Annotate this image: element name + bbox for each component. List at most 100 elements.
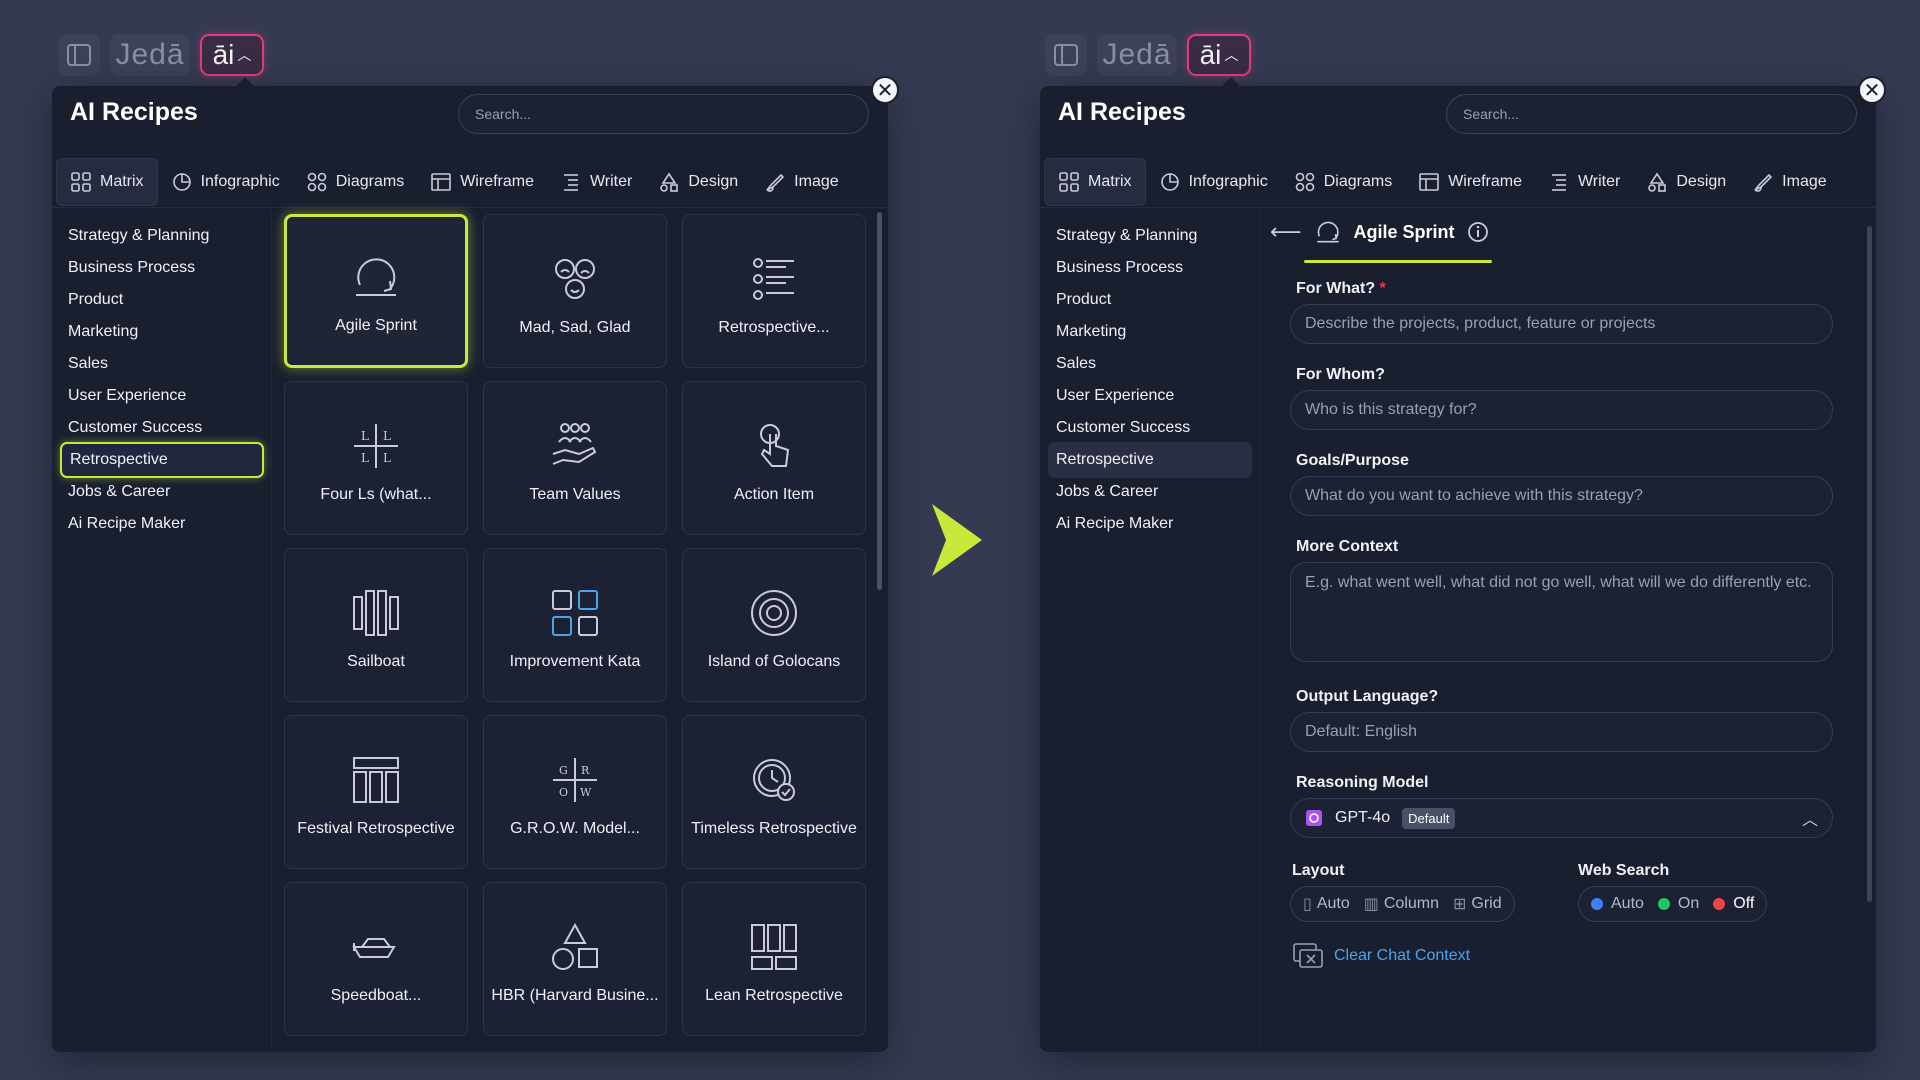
option-column[interactable]: ▥ Column [1364,894,1439,914]
clear-chat-button[interactable]: Clear Chat Context [1292,942,1470,970]
recipe-card[interactable]: Island of Golocans [682,548,866,702]
option-off[interactable]: Off [1713,895,1754,913]
ai-menu-button[interactable]: āi ︿ [1187,34,1251,76]
panel-toggle-button[interactable] [1045,34,1087,76]
option-on[interactable]: On [1657,895,1699,913]
tab-matrix[interactable]: Matrix [56,157,158,206]
option-grid[interactable]: ⊞ Grid [1453,894,1502,914]
tab-writer[interactable]: Writer [1535,158,1633,206]
title-underline [1304,260,1492,263]
option-auto[interactable]: ▯ Auto [1303,894,1350,914]
default-badge: Default [1402,807,1456,829]
close-button[interactable]: ✕ [1858,76,1886,104]
back-arrow-icon[interactable]: ⟵ [1270,219,1302,245]
tab-diagrams[interactable]: Diagrams [1281,158,1405,206]
tab-label: Image [1782,172,1827,190]
tab-infographic[interactable]: Infographic [1146,158,1281,206]
chat-clear-icon [1293,943,1323,968]
tab-label: Matrix [100,172,144,190]
goals-input[interactable]: What do you want to achieve with this st… [1290,476,1833,516]
tab-diagrams[interactable]: Diagrams [293,158,417,206]
model-logo-icon [1306,810,1322,826]
sidebar-item-retrospective[interactable]: Retrospective [1048,442,1252,478]
sidebar-item-jobs-career[interactable]: Jobs & Career [1048,474,1252,510]
recipe-card[interactable]: Timeless Retrospective [682,715,866,869]
context-textarea[interactable]: E.g. what went well, what did not go wel… [1290,562,1833,662]
sidebar-item-ai-recipe-maker[interactable]: Ai Recipe Maker [1048,506,1252,542]
sidebar-item-business-process[interactable]: Business Process [60,250,264,286]
sidebar-icon [1054,44,1078,66]
sidebar-item-sales[interactable]: Sales [60,346,264,382]
tab-design[interactable]: Design [645,158,751,206]
sidebar-item-strategy-planning[interactable]: Strategy & Planning [60,218,264,254]
language-label: Output Language? [1296,688,1439,705]
language-input[interactable]: Default: English [1290,712,1833,752]
jeda-button[interactable]: Jedā [110,34,190,76]
sidebar-item-marketing[interactable]: Marketing [1048,314,1252,350]
tab-image[interactable]: Image [1739,158,1839,206]
pointer-icon [760,424,790,467]
recipe-card[interactable]: L L L L Four Ls (what... [284,381,468,535]
sidebar-item-ai-recipe-maker[interactable]: Ai Recipe Maker [60,506,264,542]
svg-text:R: R [581,764,590,777]
for-what-input[interactable]: Describe the projects, product, feature … [1290,304,1833,344]
panel-toggle-button[interactable] [58,34,100,76]
option-label: Grid [1471,895,1502,912]
sidebar-item-business-process[interactable]: Business Process [1048,250,1252,286]
info-icon[interactable] [1467,221,1489,243]
for-whom-input[interactable]: Who is this strategy for? [1290,390,1833,430]
recipe-card[interactable]: HBR (Harvard Busine... [483,882,667,1036]
tab-image[interactable]: Image [751,158,851,206]
tab-writer[interactable]: Writer [547,158,645,206]
auto-layout-icon: ▯ [1303,896,1312,913]
recipe-card[interactable]: Sailboat [284,548,468,702]
recipe-card[interactable]: Action Item [682,381,866,535]
sidebar-item-retrospective[interactable]: Retrospective [60,442,264,478]
model-select[interactable]: GPT-4o Default ︿ [1290,798,1833,838]
sidebar-item-user-experience[interactable]: User Experience [1048,378,1252,414]
sidebar-item-marketing[interactable]: Marketing [60,314,264,350]
close-button[interactable]: ✕ [871,76,899,104]
column-layout-icon: ▥ [1363,896,1379,913]
tab-label: Writer [589,172,633,190]
ai-menu-button[interactable]: āi ︿ [200,34,264,76]
sidebar-item-jobs-career[interactable]: Jobs & Career [60,474,264,510]
recipe-card[interactable]: Improvement Kata [483,548,667,702]
recipe-card[interactable]: Festival Retrospective [284,715,468,869]
tab-wireframe[interactable]: Wireframe [1405,158,1535,206]
sidebar-item-customer-success[interactable]: Customer Success [60,410,264,446]
option-label: Auto [1316,895,1350,912]
recipe-card[interactable]: Lean Retrospective [682,882,866,1036]
category-tabs: Matrix Infographic Diagrams Wireframe Writer… [52,156,888,208]
search-input[interactable]: Search... [1446,94,1857,134]
option-auto[interactable]: Auto [1591,895,1644,913]
recipe-card[interactable]: G R O W G.R.O.W. Model... [483,715,667,869]
tab-infographic[interactable]: Infographic [158,158,293,206]
recipe-card[interactable]: Agile Sprint [284,214,468,368]
recipe-card[interactable]: Speedboat... [284,882,468,1036]
tab-wireframe[interactable]: Wireframe [417,158,547,206]
sidebar-item-product[interactable]: Product [1048,282,1252,318]
sidebar-item-product[interactable]: Product [60,282,264,318]
scrollbar[interactable] [877,212,882,590]
search-input[interactable]: Search... [458,94,869,134]
recipe-card[interactable]: Retrospective... [682,214,866,368]
ai-recipes-window-right: AI Recipes Search... Matrix Infographic Di… [1040,86,1876,1052]
tab-design[interactable]: Design [1633,158,1739,206]
recipe-card[interactable]: Mad, Sad, Glad [483,214,667,368]
scrollbar[interactable] [1867,226,1872,902]
design-icon [1646,171,1668,193]
status-dot-icon [1591,898,1603,910]
tab-matrix[interactable]: Matrix [1044,157,1146,206]
jeda-button[interactable]: Jedā [1097,34,1177,76]
sidebar-item-sales[interactable]: Sales [1048,346,1252,382]
goals-label: Goals/Purpose [1296,452,1409,469]
recipe-card-label: Island of Golocans [707,653,841,670]
option-label: Off [1733,895,1755,912]
recipe-card[interactable]: Team Values [483,381,667,535]
recipe-card-label: Agile Sprint [335,317,417,334]
sidebar-item-strategy-planning[interactable]: Strategy & Planning [1048,218,1252,254]
sidebar-item-customer-success[interactable]: Customer Success [1048,410,1252,446]
sidebar-item-user-experience[interactable]: User Experience [60,378,264,414]
recipe-card-label: Improvement Kata [509,653,641,670]
